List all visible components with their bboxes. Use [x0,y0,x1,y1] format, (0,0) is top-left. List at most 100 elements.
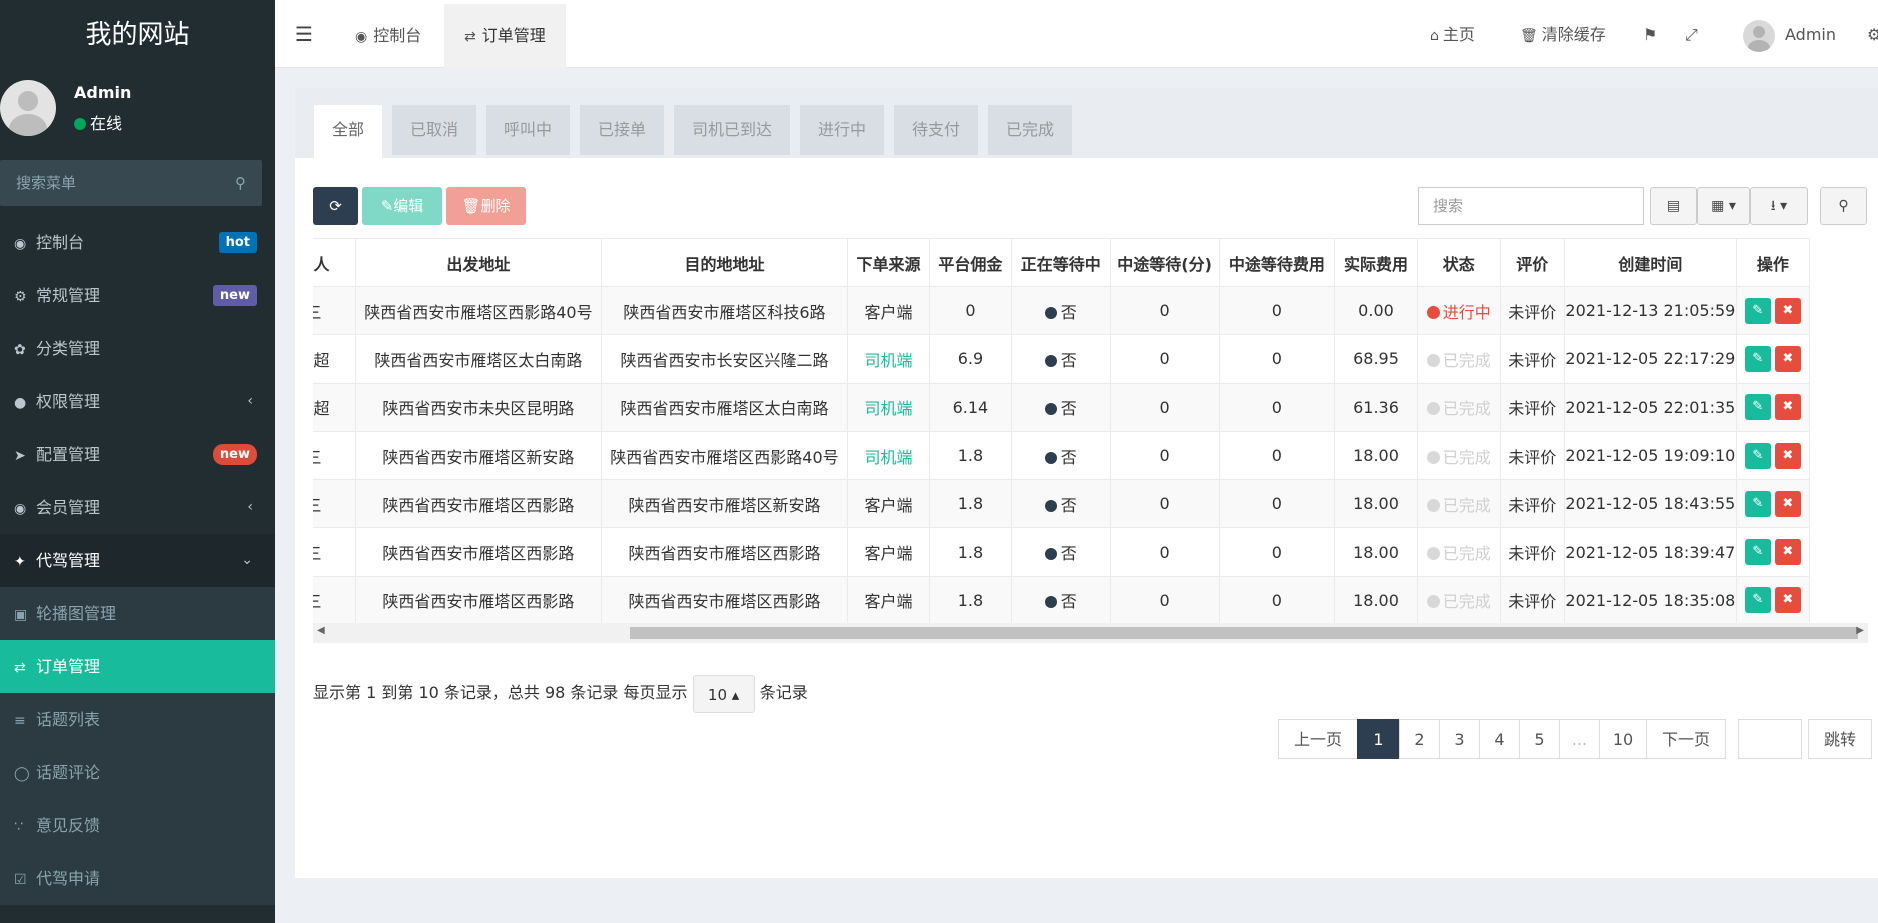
row-delete-button[interactable]: ✖ [1774,442,1801,469]
row-delete-button[interactable]: ✖ [1774,297,1801,324]
row-edit-button[interactable]: ✎ [1744,394,1771,421]
row-edit-button[interactable]: ✎ [1744,490,1771,517]
advanced-search-button[interactable]: ⚲ [1820,187,1867,225]
edit-button[interactable]: ✎编辑 [362,187,442,225]
sidebar-item-comments[interactable]: ◯ 话题评论 [0,746,275,799]
sidebar-item-config[interactable]: ➤ 配置管理 new [0,428,275,481]
column-header[interactable]: 操作 [1735,238,1811,287]
tab-calling[interactable]: 呼叫中 [486,105,571,155]
column-header[interactable]: 评价 [1499,238,1565,287]
menu-search-input[interactable] [0,160,262,206]
tab-all[interactable]: 全部 [314,105,383,158]
jump-page-input[interactable] [1738,719,1802,759]
page-4[interactable]: 4 [1479,719,1520,759]
sidebar-item-apply[interactable]: ☑ 代驾申请 [0,852,275,905]
table-row[interactable]: 张三陕西省西安市雁塔区西影路陕西省西安市雁塔区西影路客户端1.8否0018.00… [313,575,1811,623]
columns-button[interactable]: ▦ ▾ [1697,187,1750,225]
gear-icon[interactable]: ⚙ [1867,0,1878,68]
sidebar-item-feedback[interactable]: ∵ 意见反馈 [0,799,275,852]
table-cell: 陕西省西安市雁塔区新安路 [354,430,602,481]
column-header[interactable]: 状态 [1416,238,1501,287]
row-delete-button[interactable]: ✖ [1774,539,1801,566]
tab-accepted[interactable]: 已接单 [580,105,665,155]
status-text: 进行中 [1442,302,1491,322]
column-header[interactable]: 中途等待(分) [1109,238,1220,287]
tab-in-progress[interactable]: 进行中 [800,105,885,155]
cogs-icon: ⚙ [14,289,27,305]
row-edit-button[interactable]: ✎ [1744,345,1771,372]
scroll-left-icon[interactable]: ◀ [317,625,325,636]
toggle-view-button[interactable]: ▤ [1650,187,1697,225]
page-10[interactable]: 10 [1599,719,1647,759]
column-header[interactable]: 中途等待费用 [1218,238,1336,287]
brand-logo[interactable]: 我的网站 [0,0,275,70]
sidebar-item-label: 轮播图管理 [36,604,117,623]
language-icon[interactable]: ⚑ [1643,0,1657,68]
search-icon[interactable]: ⚲ [235,174,246,192]
column-header[interactable]: 代驾人 [313,238,356,287]
row-edit-button[interactable]: ✎ [1744,587,1771,614]
sidebar-item-topics[interactable]: ≡ 话题列表 [0,693,275,746]
column-header[interactable]: 实际费用 [1334,238,1418,287]
row-delete-button[interactable]: ✖ [1774,587,1801,614]
sidebar-item-banner[interactable]: ▣ 轮播图管理 [0,587,275,640]
row-delete-button[interactable]: ✖ [1774,345,1801,372]
refresh-button[interactable]: ⟳ [313,187,358,225]
column-header[interactable]: 下单来源 [846,238,930,287]
table-cell: 陕西省西安市雁塔区西影路 [354,575,602,623]
sidebar-item-member[interactable]: ◉ 会员管理 ‹ [0,481,275,534]
table-row[interactable]: 张三陕西省西安市雁塔区西影路陕西省西安市雁塔区西影路客户端1.8否0018.00… [313,527,1811,577]
column-header[interactable]: 目的地地址 [600,238,848,287]
next-page-button[interactable]: 下一页 [1646,719,1726,759]
tab-cancelled[interactable]: 已取消 [392,105,477,155]
clear-cache-button[interactable]: 🗑 清除缓存 [1520,0,1606,68]
tab-pending-payment[interactable]: 待支付 [894,105,979,155]
table-row[interactable]: 张三陕西省西安市雁塔区西影路陕西省西安市雁塔区新安路客户端1.8否0018.00… [313,479,1811,529]
user-name: Admin [74,83,132,102]
sidebar-item-auth[interactable]: ● 权限管理 ‹ [0,375,275,428]
tab-completed[interactable]: 已完成 [988,105,1073,155]
jump-button[interactable]: 跳转 [1808,719,1872,759]
scroll-thumb[interactable] [630,627,1858,639]
export-button[interactable]: ⭳ ▾ [1750,187,1808,225]
home-link[interactable]: ⌂ 主页 [1430,0,1475,68]
sidebar-item-general[interactable]: ⚙ 常规管理 new [0,269,275,322]
column-header[interactable]: 出发地址 [354,238,602,287]
prev-page-button[interactable]: 上一页 [1278,719,1358,759]
table-row[interactable]: 张亚超陕西省西安市未央区昆明路陕西省西安市雁塔区太白南路司机端6.14否0061… [313,382,1811,432]
admin-username[interactable]: Admin [1785,0,1836,68]
delete-button[interactable]: 🗑删除 [446,187,526,225]
column-header[interactable]: 创建时间 [1563,238,1737,287]
tab-driver-arrived[interactable]: 司机已到达 [674,105,791,155]
fullscreen-icon[interactable]: ⤢ [1685,0,1698,68]
table-search-input[interactable] [1419,188,1643,224]
column-header[interactable]: 平台佣金 [928,238,1012,287]
check-square-icon: ☑ [14,872,27,888]
sidebar-item-daijia[interactable]: ✦ 代驾管理 ⌄ [0,534,275,587]
table-row[interactable]: 张三陕西省西安市雁塔区新安路陕西省西安市雁塔区西影路40号司机端1.8否0018… [313,430,1811,481]
table-row[interactable]: 张亚超陕西省西安市雁塔区太白南路陕西省西安市长安区兴隆二路司机端6.9否0068… [313,334,1811,384]
horizontal-scrollbar[interactable]: ◀ ▶ [313,623,1868,643]
page-2[interactable]: 2 [1399,719,1440,759]
menu-toggle-icon[interactable]: ☰ [295,22,313,46]
row-delete-button[interactable]: ✖ [1774,394,1801,421]
page-1[interactable]: 1 [1357,719,1400,759]
tab-dashboard[interactable]: ◉ 控制台 [335,4,441,68]
page-5[interactable]: 5 [1519,719,1560,759]
sidebar-item-orders[interactable]: ⇄ 订单管理 [0,640,275,693]
column-header[interactable]: 正在等待中 [1010,238,1111,287]
row-delete-button[interactable]: ✖ [1774,490,1801,517]
page-3[interactable]: 3 [1439,719,1480,759]
sidebar-item-category[interactable]: ✿ 分类管理 [0,322,275,375]
page-size-select[interactable]: 10 ▴ [692,674,755,713]
table-cell: 6.14 [928,382,1012,432]
table-row[interactable]: 张三陕西省西安市雁塔区西影路40号陕西省西安市雁塔区科技6路客户端0否000.0… [313,285,1811,336]
row-edit-button[interactable]: ✎ [1744,442,1771,469]
tab-orders[interactable]: ⇄ 订单管理 [444,4,566,68]
table-cell: 2021-12-05 18:39:47 [1563,527,1737,577]
row-edit-button[interactable]: ✎ [1744,297,1771,324]
row-edit-button[interactable]: ✎ [1744,539,1771,566]
avatar[interactable] [1743,20,1775,52]
scroll-right-icon[interactable]: ▶ [1856,625,1864,636]
sidebar-item-dashboard[interactable]: ◉ 控制台 hot [0,216,275,269]
